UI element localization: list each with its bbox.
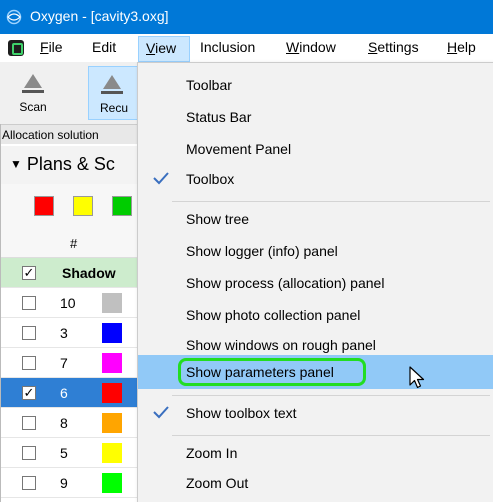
system-menu-icon[interactable]	[8, 40, 24, 56]
row-color-swatch	[102, 473, 122, 493]
menu-item-show-toolbox-text[interactable]: Show toolbox text	[138, 397, 493, 429]
menu-window[interactable]: Window	[286, 39, 336, 55]
row-checkbox[interactable]	[22, 326, 36, 340]
menu-file[interactable]: File	[40, 39, 63, 55]
highlight-callout-box	[178, 358, 366, 386]
row-number: 5	[60, 445, 68, 461]
plans-label: Plans & Sc	[26, 154, 115, 174]
table-row[interactable]: 10	[0, 288, 140, 318]
scan-icon	[24, 74, 42, 88]
mouse-cursor-icon	[409, 366, 425, 389]
row-number: 6	[60, 385, 68, 401]
oxygen-app-icon	[6, 9, 22, 25]
table-row[interactable]: 3	[0, 318, 140, 348]
caret-down-icon: ▼	[10, 157, 22, 171]
allocation-solution-label: Allocation solution	[0, 124, 140, 144]
menu-item-zoom-in[interactable]: Zoom In	[138, 437, 493, 469]
menu-item-show-process-panel[interactable]: Show process (allocation) panel	[138, 267, 493, 299]
window-title: Oxygen - [cavity3.oxg]	[30, 8, 169, 24]
menu-item-status-bar[interactable]: Status Bar	[138, 101, 493, 133]
shadow-row[interactable]: ✓ Shadow	[0, 258, 140, 288]
menu-item-show-tree[interactable]: Show tree	[138, 203, 493, 235]
row-color-swatch	[102, 353, 122, 373]
menu-help[interactable]: Help	[447, 39, 476, 55]
swatch-green[interactable]	[112, 196, 132, 216]
checkmark-icon	[153, 406, 169, 419]
row-checkbox[interactable]	[22, 446, 36, 460]
row-number: 3	[60, 325, 68, 341]
recu-icon	[103, 75, 121, 89]
color-swatch-bar	[0, 184, 140, 228]
title-bar: Oxygen - [cavity3.oxg]	[0, 0, 493, 34]
menu-item-movement-panel[interactable]: Movement Panel	[138, 133, 493, 165]
row-color-swatch	[102, 383, 122, 403]
row-color-swatch	[102, 323, 122, 343]
table-row[interactable]: 5	[0, 438, 140, 468]
menu-separator	[172, 395, 490, 396]
row-checkbox[interactable]	[22, 296, 36, 310]
recu-button-label: Recu	[99, 101, 128, 115]
row-checkbox[interactable]: ✓	[22, 386, 36, 400]
menu-inclusion[interactable]: Inclusion	[200, 39, 255, 55]
menu-separator	[172, 201, 490, 202]
row-checkbox[interactable]	[22, 476, 36, 490]
row-checkbox[interactable]	[22, 356, 36, 370]
row-number: 7	[60, 355, 68, 371]
scan-button-label: Scan	[19, 100, 47, 114]
checkmark-icon	[153, 172, 169, 185]
column-hash[interactable]: #	[70, 236, 77, 251]
table-row[interactable]: 7	[0, 348, 140, 378]
row-number: 8	[60, 415, 68, 431]
menu-view[interactable]: View	[138, 36, 190, 62]
menu-item-show-parameters-panel[interactable]: Show parameters panel	[138, 355, 493, 389]
scan-button[interactable]: Scan	[10, 66, 56, 120]
row-number: 10	[60, 295, 76, 311]
menu-item-show-logger-panel[interactable]: Show logger (info) panel	[138, 235, 493, 267]
menu-item-zoom-out[interactable]: Zoom Out	[138, 467, 493, 499]
row-color-swatch	[102, 413, 122, 433]
shadow-checkbox[interactable]: ✓	[22, 266, 36, 280]
table-row[interactable]: ✓ 6	[0, 378, 140, 408]
table-row[interactable]: 9	[0, 468, 140, 498]
table-row[interactable]: 8	[0, 408, 140, 438]
view-menu-dropdown: Toolbar Status Bar Movement Panel Toolbo…	[137, 62, 493, 502]
menu-item-toolbar[interactable]: Toolbar	[138, 69, 493, 101]
row-number: 9	[60, 475, 68, 491]
recu-button[interactable]: Recu	[88, 66, 140, 120]
swatch-yellow[interactable]	[73, 196, 93, 216]
toolbar: Scan Recu	[0, 62, 140, 124]
menu-separator	[172, 435, 490, 436]
menu-settings[interactable]: Settings	[368, 39, 419, 55]
menu-bar: File Edit View Inclusion Window Settings…	[0, 34, 493, 62]
row-color-swatch	[102, 443, 122, 463]
shadow-label: Shadow	[62, 265, 116, 281]
menu-item-toolbox[interactable]: Toolbox	[138, 163, 493, 195]
plans-section-header[interactable]: ▼ Plans & Sc	[0, 146, 140, 184]
row-color-swatch	[102, 293, 122, 313]
menu-item-show-photo-collection-panel[interactable]: Show photo collection panel	[138, 299, 493, 331]
row-checkbox[interactable]	[22, 416, 36, 430]
swatch-red[interactable]	[34, 196, 54, 216]
table-header: #	[0, 228, 140, 258]
menu-edit[interactable]: Edit	[92, 39, 116, 55]
